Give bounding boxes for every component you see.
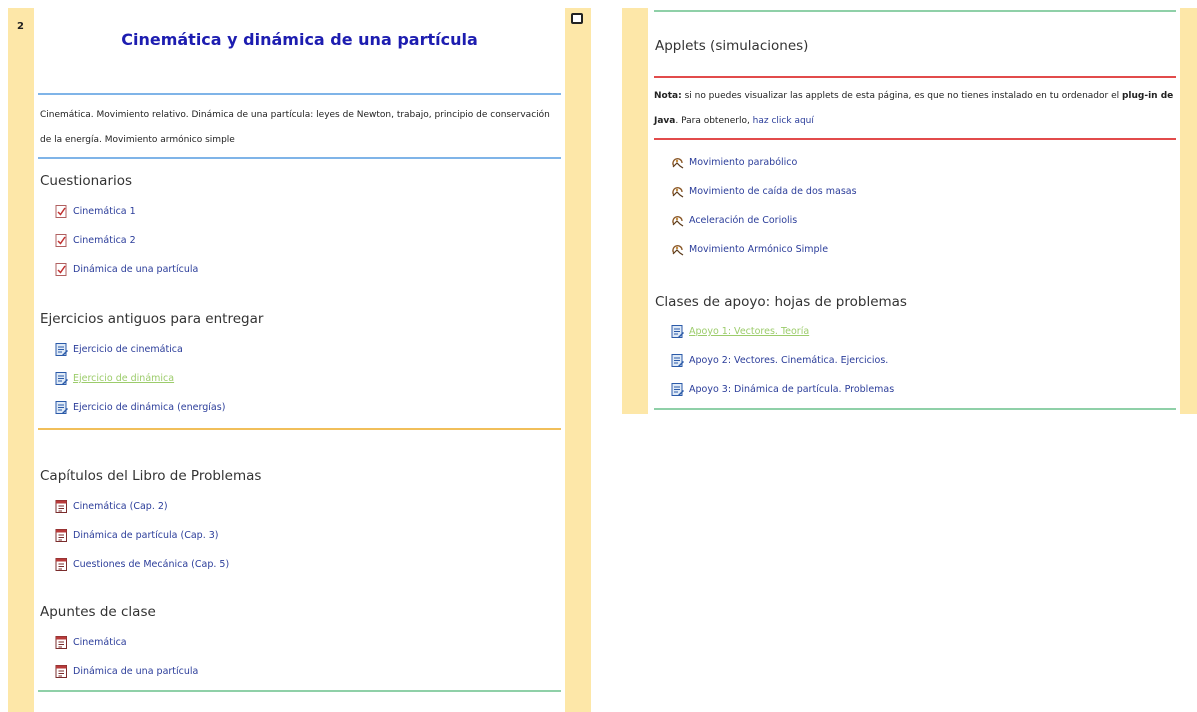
- pdf-icon: [54, 664, 69, 679]
- applets-list: Movimiento parabólico Movimiento de caíd…: [654, 148, 1176, 264]
- list-item[interactable]: Ejercicio de cinemática: [38, 335, 561, 364]
- list-item[interactable]: Cinemática 1: [38, 197, 561, 226]
- heading-libro: Capítulos del Libro de Problemas: [40, 468, 262, 484]
- document-icon: [670, 382, 685, 397]
- pdf-icon: [54, 528, 69, 543]
- section-summary: Cinemática. Movimiento relativo. Dinámic…: [40, 110, 550, 145]
- document-icon: [54, 342, 69, 357]
- quiz-icon: [54, 262, 69, 277]
- pdf-icon: [54, 635, 69, 650]
- pdf-icon: [54, 557, 69, 572]
- list-item[interactable]: Cuestiones de Mecánica (Cap. 5): [38, 550, 561, 579]
- list-item[interactable]: Cinemática 2: [38, 226, 561, 255]
- document-icon: [54, 400, 69, 415]
- heading-ejercicios: Ejercicios antiguos para entregar: [40, 311, 264, 327]
- document-icon: [670, 324, 685, 339]
- list-item[interactable]: Movimiento de caída de dos masas: [654, 177, 1176, 206]
- applet-icon: [670, 155, 685, 170]
- list-item[interactable]: Ejercicio de dinámica: [38, 364, 561, 393]
- page-title: Cinemática y dinámica de una partícula: [121, 30, 478, 49]
- list-item[interactable]: Dinámica de una partícula: [38, 255, 561, 284]
- list-item[interactable]: Aceleración de Coriolis: [654, 206, 1176, 235]
- libro-list: Cinemática (Cap. 2) Dinámica de partícul…: [38, 492, 561, 579]
- heading-apuntes: Apuntes de clase: [40, 604, 156, 620]
- ejercicios-list: Ejercicio de cinemática Ejercicio de din…: [38, 335, 561, 422]
- divider: [654, 138, 1176, 140]
- list-item[interactable]: Apoyo 2: Vectores. Cinemática. Ejercicio…: [654, 346, 1176, 375]
- apoyo-list: Apoyo 1: Vectores. Teoría Apoyo 2: Vecto…: [654, 317, 1176, 404]
- list-item[interactable]: Dinámica de una partícula: [38, 657, 561, 686]
- left-side-bar: [8, 8, 34, 712]
- list-item[interactable]: Cinemática (Cap. 2): [38, 492, 561, 521]
- right-side-bar: [565, 8, 591, 712]
- applets-content: Applets (simulaciones) Nota: si no puede…: [654, 10, 1176, 410]
- applet-icon: [670, 242, 685, 257]
- applet-icon: [670, 184, 685, 199]
- note-label: Nota:: [654, 91, 682, 101]
- heading-applets: Applets (simulaciones): [655, 38, 809, 54]
- document-icon: [54, 371, 69, 386]
- list-item[interactable]: Dinámica de partícula (Cap. 3): [38, 521, 561, 550]
- pdf-icon: [54, 499, 69, 514]
- list-item[interactable]: Apoyo 3: Dinámica de partícula. Problema…: [654, 375, 1176, 404]
- divider: [654, 408, 1176, 410]
- quiz-icon: [54, 233, 69, 248]
- section-number: 2: [17, 21, 24, 32]
- divider: [654, 10, 1176, 12]
- heading-cuestionarios: Cuestionarios: [40, 173, 133, 189]
- list-item[interactable]: Cinemática: [38, 628, 561, 657]
- divider: [38, 157, 561, 159]
- document-icon: [670, 353, 685, 368]
- list-item[interactable]: Movimiento Armónico Simple: [654, 235, 1176, 264]
- java-note: Nota: si no puedes visualizar las applet…: [654, 91, 1174, 126]
- divider: [38, 690, 561, 692]
- applets-right-side-bar: [1180, 8, 1197, 414]
- section-content: Cinemática y dinámica de una partícula C…: [38, 8, 561, 692]
- quiz-icon: [54, 204, 69, 219]
- applets-left-side-bar: [622, 8, 648, 414]
- apuntes-list: Cinemática Dinámica de una partícula: [38, 628, 561, 686]
- list-item[interactable]: Apoyo 1: Vectores. Teoría: [654, 317, 1176, 346]
- heading-apoyo: Clases de apoyo: hojas de problemas: [655, 294, 907, 310]
- section-toggle-icon[interactable]: [571, 13, 583, 24]
- cuestionarios-list: Cinemática 1 Cinemática 2 Dinámica de un…: [38, 197, 561, 284]
- applet-icon: [670, 213, 685, 228]
- divider: [38, 428, 561, 430]
- java-download-link[interactable]: haz click aquí: [753, 116, 814, 126]
- list-item[interactable]: Movimiento parabólico: [654, 148, 1176, 177]
- list-item[interactable]: Ejercicio de dinámica (energías): [38, 393, 561, 422]
